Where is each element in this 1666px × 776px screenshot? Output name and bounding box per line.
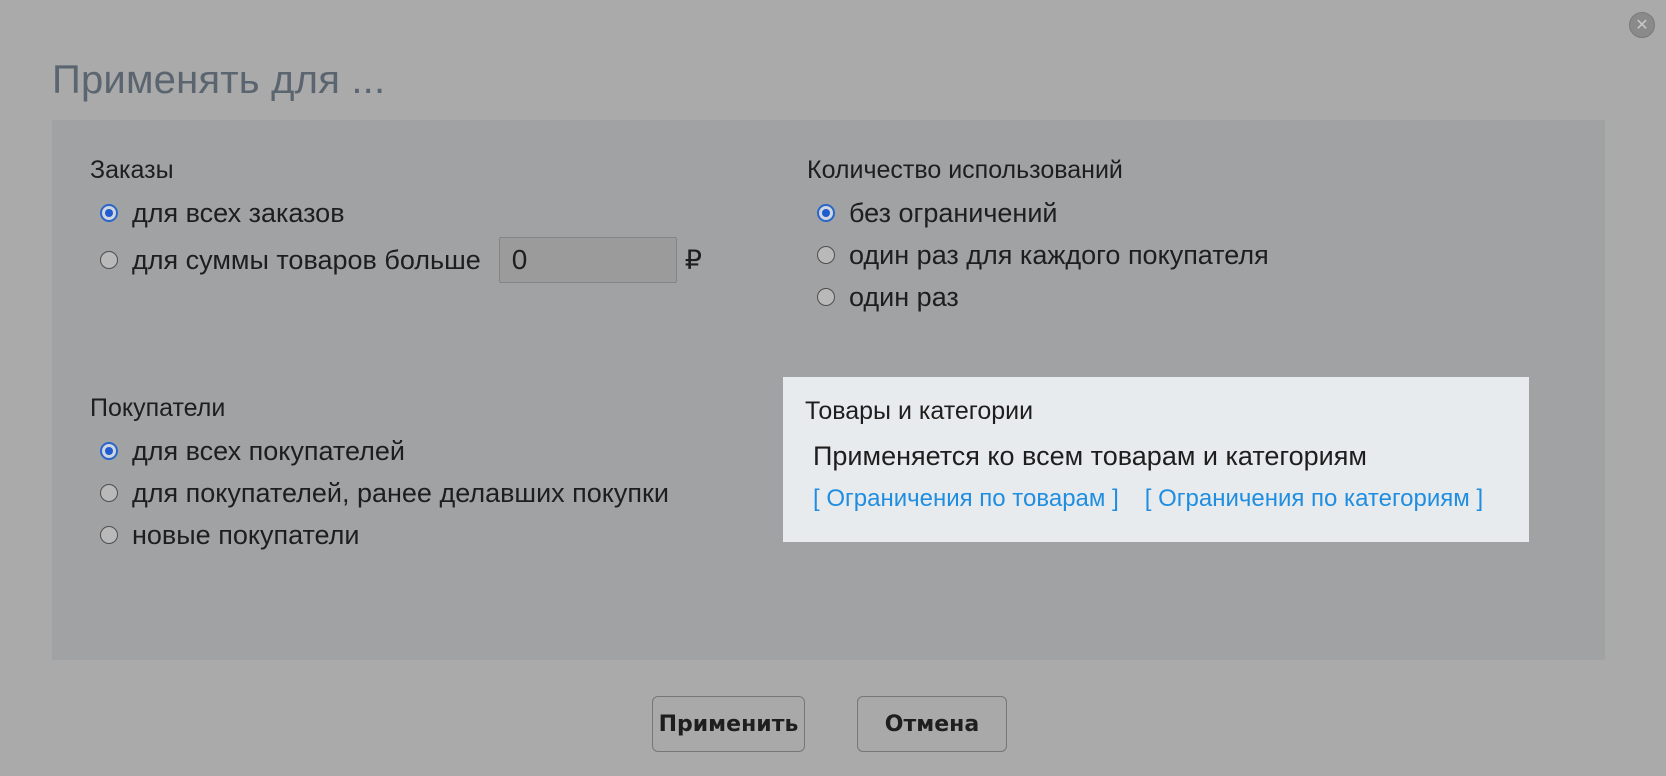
products-links: [ Ограничения по товарам ] [ Ограничения…: [813, 485, 1507, 513]
usage-title: Количество использований: [807, 156, 1123, 184]
radio-customers-all[interactable]: [100, 442, 118, 460]
orders-option-amount-label: для суммы товаров больше: [132, 244, 481, 275]
products-categories-box: Товары и категории Применяется ко всем т…: [783, 377, 1529, 542]
usage-option-unlimited[interactable]: без ограничений: [807, 192, 1269, 234]
cancel-button[interactable]: Отмена: [857, 696, 1007, 752]
customers-title: Покупатели: [90, 394, 226, 422]
radio-usage-once-per-customer[interactable]: [817, 246, 835, 264]
orders-option-all-label: для всех заказов: [132, 197, 345, 228]
customers-option-new-label: новые покупатели: [132, 519, 360, 550]
radio-orders-all[interactable]: [100, 204, 118, 222]
orders-option-amount[interactable]: для суммы товаров больше 0 ₽: [90, 234, 702, 286]
apply-button[interactable]: Применить: [652, 696, 805, 752]
usage-option-once[interactable]: один раз: [807, 276, 1269, 318]
customers-option-returning-label: для покупателей, ранее делавших покупки: [132, 477, 669, 508]
dialog-title: Применять для ...: [52, 58, 386, 102]
radio-usage-unlimited[interactable]: [817, 204, 835, 222]
orders-group: Заказы для всех заказов для суммы товаро…: [90, 154, 702, 286]
customers-option-all[interactable]: для всех покупателей: [90, 430, 669, 472]
usage-option-once-per-customer[interactable]: один раз для каждого покупателя: [807, 234, 1269, 276]
orders-option-all[interactable]: для всех заказов: [90, 192, 702, 234]
usage-option-unlimited-label: без ограничений: [849, 197, 1058, 228]
radio-customers-new[interactable]: [100, 526, 118, 544]
products-summary: Применяется ко всем товарам и категориям: [813, 441, 1367, 471]
products-title: Товары и категории: [805, 397, 1034, 425]
product-restrictions-link[interactable]: [ Ограничения по товарам ]: [813, 485, 1119, 513]
radio-customers-returning[interactable]: [100, 484, 118, 502]
settings-panel: Заказы для всех заказов для суммы товаро…: [52, 120, 1605, 660]
customers-option-all-label: для всех покупателей: [132, 435, 405, 466]
category-restrictions-link[interactable]: [ Ограничения по категориям ]: [1145, 485, 1483, 513]
orders-title: Заказы: [90, 156, 174, 184]
amount-input[interactable]: 0: [498, 237, 677, 283]
radio-orders-amount[interactable]: [100, 251, 118, 269]
usage-group: Количество использований без ограничений…: [807, 154, 1269, 318]
usage-option-once-label: один раз: [849, 281, 959, 312]
radio-usage-once[interactable]: [817, 288, 835, 306]
customers-option-returning[interactable]: для покупателей, ранее делавших покупки: [90, 472, 669, 514]
currency-symbol: ₽: [684, 244, 702, 275]
usage-option-once-per-customer-label: один раз для каждого покупателя: [849, 239, 1269, 270]
customers-group: Покупатели для всех покупателей для поку…: [90, 392, 669, 556]
close-icon[interactable]: ✕: [1629, 12, 1655, 38]
customers-option-new[interactable]: новые покупатели: [90, 514, 669, 556]
